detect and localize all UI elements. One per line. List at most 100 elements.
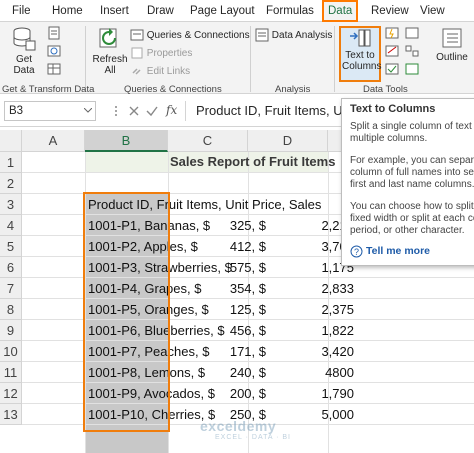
tooltip-title: Text to Columns xyxy=(350,103,436,115)
insert-function-button[interactable]: fx xyxy=(166,103,177,117)
data-cell-price[interactable]: 240, $ xyxy=(200,362,266,383)
row-header[interactable]: 13 xyxy=(0,404,22,425)
row-header[interactable]: 2 xyxy=(0,173,22,194)
separator xyxy=(250,26,251,92)
data-analysis-icon xyxy=(255,28,269,42)
consolidate-icon xyxy=(405,27,419,39)
data-cell-price[interactable]: 575, $ xyxy=(200,257,266,278)
tooltip-line: multiple columns. xyxy=(350,133,428,144)
properties-label: Properties xyxy=(146,48,193,59)
chevron-down-icon[interactable] xyxy=(84,108,92,114)
tell-me-more-link[interactable]: Tell me more xyxy=(366,245,430,257)
flash-fill-button[interactable] xyxy=(385,26,399,42)
ribbon: Get Data Refresh All Queries & Connectio… xyxy=(0,22,474,95)
data-cell-sales[interactable]: 4800 xyxy=(280,362,354,383)
remove-duplicates-button[interactable] xyxy=(385,44,399,60)
name-box[interactable]: B3 xyxy=(4,101,96,121)
data-cell-price[interactable]: 325, $ xyxy=(200,215,266,236)
edit-links-button[interactable]: Edit Links xyxy=(130,64,190,80)
manage-data-model-button[interactable] xyxy=(405,62,419,78)
tab-home[interactable]: Home xyxy=(52,0,83,22)
data-cell-sales[interactable]: 3,420 xyxy=(280,341,354,362)
data-cell-sales[interactable]: 5,000 xyxy=(280,404,354,425)
data-cell-sales[interactable]: 2,375 xyxy=(280,299,354,320)
column-header-b[interactable]: B xyxy=(85,130,168,152)
text-to-columns-tooltip: Text to Columns Split a single column of… xyxy=(341,98,474,266)
row-header[interactable]: 9 xyxy=(0,320,22,341)
data-cell-price[interactable]: 412, $ xyxy=(200,236,266,257)
separator xyxy=(85,26,86,92)
column-header-d[interactable]: D xyxy=(248,130,328,152)
row-header[interactable]: 12 xyxy=(0,383,22,404)
row-header[interactable]: 7 xyxy=(0,278,22,299)
relationships-icon xyxy=(405,45,419,57)
edit-links-icon xyxy=(132,68,141,75)
data-model-icon xyxy=(405,63,419,75)
row-header[interactable]: 8 xyxy=(0,299,22,320)
data-cell-sales[interactable]: 1,822 xyxy=(280,320,354,341)
tooltip-line: period, or other character. xyxy=(350,225,465,236)
row-header[interactable]: 6 xyxy=(0,257,22,278)
from-table-button[interactable] xyxy=(47,62,61,78)
text-to-columns-button[interactable]: Text to Columns xyxy=(339,26,381,82)
tab-formulas[interactable]: Formulas xyxy=(266,0,314,22)
database-icon xyxy=(13,27,36,51)
data-analysis-button[interactable]: Data Analysis xyxy=(255,28,332,44)
tab-insert[interactable]: Insert xyxy=(100,0,129,22)
queries-icon xyxy=(130,29,144,41)
from-table-icon xyxy=(47,63,61,75)
row-header[interactable]: 1 xyxy=(0,152,22,173)
tab-file[interactable]: File xyxy=(12,0,31,22)
row-header[interactable]: 3 xyxy=(0,194,22,215)
get-data-button[interactable]: Get Data xyxy=(4,26,44,76)
enter-icon[interactable] xyxy=(146,105,158,117)
group-label-get-transform: Get & Transform Data xyxy=(2,84,95,95)
row-header[interactable]: 5 xyxy=(0,236,22,257)
data-cell-price[interactable]: 171, $ xyxy=(200,341,266,362)
column-header-c[interactable]: C xyxy=(168,130,248,152)
properties-button[interactable]: Properties xyxy=(130,46,192,62)
from-web-button[interactable] xyxy=(47,44,61,60)
properties-icon xyxy=(131,47,143,59)
tab-view[interactable]: View xyxy=(420,0,445,22)
cancel-icon[interactable] xyxy=(128,105,140,117)
select-all-corner[interactable] xyxy=(0,130,22,152)
get-data-label: Get Data xyxy=(13,54,35,76)
watermark-logo: exceldemy xyxy=(200,418,277,434)
tooltip-line: You can choose how to split it u xyxy=(350,201,474,212)
tooltip-line: first and last name columns. xyxy=(350,179,474,190)
tab-draw[interactable]: Draw xyxy=(147,0,174,22)
report-title[interactable]: Sales Report of Fruit Items xyxy=(170,152,335,172)
column-header-a[interactable]: A xyxy=(22,130,85,152)
data-cell-sales[interactable]: 1,790 xyxy=(280,383,354,404)
refresh-all-button[interactable]: Refresh All xyxy=(90,26,130,76)
data-cell-sales[interactable]: 2,833 xyxy=(280,278,354,299)
data-validation-button[interactable] xyxy=(385,62,399,78)
data-cell-price[interactable]: 200, $ xyxy=(200,383,266,404)
tab-data[interactable]: Data xyxy=(322,0,359,22)
data-cell-price[interactable]: 354, $ xyxy=(200,278,266,299)
flash-fill-icon xyxy=(385,27,399,39)
row-header[interactable]: 11 xyxy=(0,362,22,383)
help-icon: ? xyxy=(350,245,363,258)
consolidate-button[interactable] xyxy=(405,26,419,42)
from-text-button[interactable] xyxy=(47,26,61,42)
tooltip-line: For example, you can separate a xyxy=(350,155,474,166)
from-text-icon xyxy=(48,26,60,40)
more-options-icon xyxy=(115,106,117,116)
queries-connections-button[interactable]: Queries & Connections xyxy=(130,28,250,44)
tab-page-layout[interactable]: Page Layout xyxy=(190,0,255,22)
group-label-analysis: Analysis xyxy=(275,84,311,95)
svg-text:?: ? xyxy=(354,247,359,257)
text-to-columns-icon xyxy=(350,29,371,47)
tab-review[interactable]: Review xyxy=(371,0,409,22)
outline-button[interactable]: Outline xyxy=(432,26,472,63)
group-label-queries: Queries & Connections xyxy=(124,84,222,95)
relationships-button[interactable] xyxy=(405,44,419,60)
row-header[interactable]: 10 xyxy=(0,341,22,362)
data-cell-price[interactable]: 456, $ xyxy=(200,320,266,341)
outline-label: Outline xyxy=(436,52,468,63)
row-header[interactable]: 4 xyxy=(0,215,22,236)
from-web-icon xyxy=(47,45,61,57)
data-cell-price[interactable]: 125, $ xyxy=(200,299,266,320)
